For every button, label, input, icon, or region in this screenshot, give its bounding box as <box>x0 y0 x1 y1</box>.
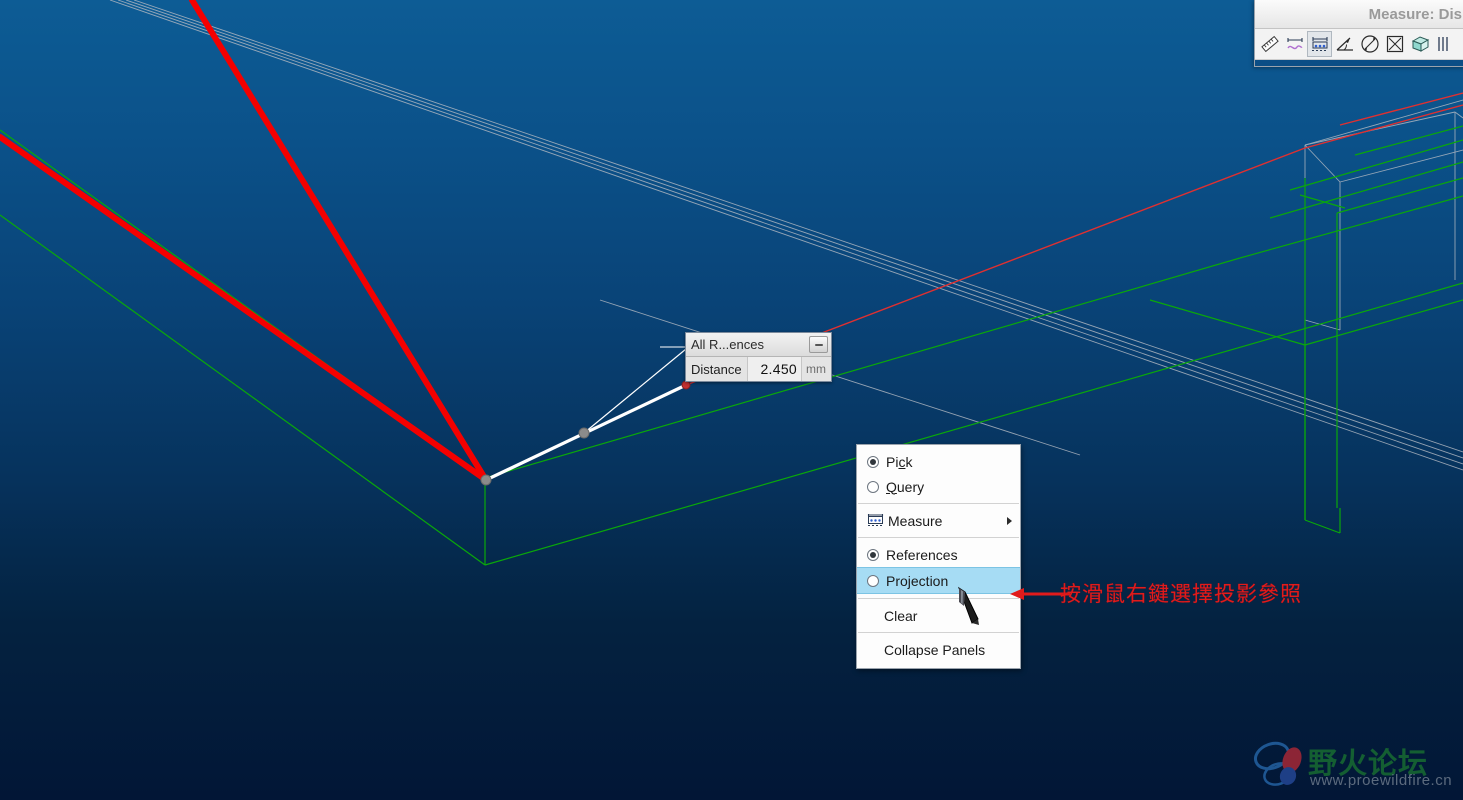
collapse-icon[interactable] <box>809 336 828 353</box>
tool-window-bottom-strip <box>1255 60 1463 66</box>
curve-length-icon[interactable] <box>1282 31 1307 57</box>
menu-separator-4 <box>858 632 1019 633</box>
menu-item-collapse-panels-label: Collapse Panels <box>884 641 986 658</box>
menu-item-measure[interactable]: Measure <box>857 508 1020 533</box>
wireframe-svg <box>0 0 1463 566</box>
transform-icon[interactable] <box>1432 31 1457 57</box>
menu-item-measure-label: Measure <box>888 512 943 529</box>
radio-on-icon <box>867 455 879 468</box>
distance-value: 2.450 <box>747 357 801 381</box>
menu-item-collapse-panels[interactable]: Collapse Panels <box>857 637 1020 662</box>
menu-item-clear[interactable]: Clear <box>857 603 1020 628</box>
diameter-icon[interactable] <box>1357 31 1382 57</box>
menu-item-references-label: References <box>886 546 958 563</box>
context-menu[interactable]: Pick Query Measure References Projection… <box>856 444 1021 669</box>
ruler-icon[interactable] <box>1257 31 1282 57</box>
model-viewport[interactable] <box>0 0 1463 800</box>
menu-item-projection-label: Projection <box>886 572 949 589</box>
chevron-right-icon <box>1007 516 1012 525</box>
radio-on-icon <box>867 548 879 561</box>
annotation-text: 按滑鼠右鍵選擇投影參照 <box>1060 582 1302 606</box>
measure-distance-row: Distance 2.450 mm <box>686 357 831 381</box>
measure-toolbar[interactable] <box>1255 29 1463 60</box>
red-highlight-edges <box>0 0 489 483</box>
radio-off-icon <box>867 574 879 587</box>
measure-dialog-title: All R...ences <box>691 337 764 352</box>
area-icon[interactable] <box>1382 31 1407 57</box>
menu-separator-2 <box>858 537 1019 538</box>
menu-item-references[interactable]: References <box>857 542 1020 567</box>
measure-result-dialog[interactable]: All R...ences Distance 2.450 mm <box>685 332 832 382</box>
cad-viewport-window: All R...ences Distance 2.450 mm Pick Que… <box>0 0 1463 800</box>
menu-item-pick[interactable]: Pick <box>857 449 1020 474</box>
radio-off-icon <box>867 480 879 493</box>
menu-item-query-label: Query <box>886 478 925 495</box>
menu-item-clear-label: Clear <box>884 607 918 624</box>
distance-unit: mm <box>801 357 831 381</box>
measure-icon <box>867 514 884 526</box>
collapse-icon-bar <box>814 343 823 346</box>
distance-label: Distance <box>686 357 748 381</box>
menu-item-pick-label: Pick <box>886 453 913 470</box>
angle-icon[interactable] <box>1332 31 1357 57</box>
measurement-line <box>480 348 691 486</box>
measure-tool-window[interactable]: Measure: Dis <box>1254 0 1463 67</box>
volume-icon[interactable] <box>1407 31 1432 57</box>
menu-item-query[interactable]: Query <box>857 474 1020 499</box>
menu-item-projection[interactable]: Projection <box>857 567 1020 594</box>
menu-separator-1 <box>858 503 1019 504</box>
gray-edges <box>109 0 1463 471</box>
menu-separator-3 <box>858 598 1019 599</box>
distance-icon[interactable] <box>1307 31 1332 57</box>
measure-dialog-titlebar[interactable]: All R...ences <box>686 333 831 357</box>
measure-tool-window-title: Measure: Dis <box>1255 0 1463 29</box>
